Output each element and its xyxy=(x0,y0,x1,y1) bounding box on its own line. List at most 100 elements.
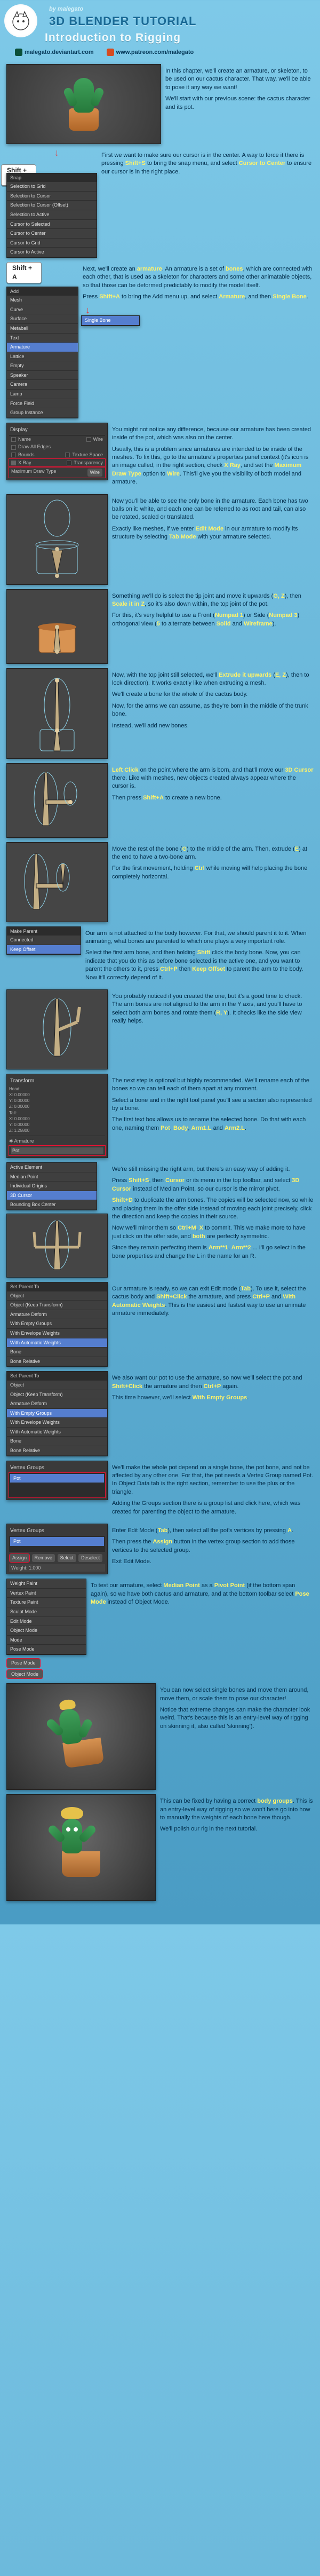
menu-item[interactable]: Group Instance xyxy=(7,408,78,418)
menu-item[interactable]: Text xyxy=(7,334,78,343)
transform-values: Head: X: 0.00000 Y: 0.00000 Z: 0.00000 T… xyxy=(9,1086,105,1134)
snap-menu[interactable]: Selection to GridSelection to CursorSele… xyxy=(7,182,97,257)
object-mode-option[interactable]: Object Mode xyxy=(7,1670,43,1679)
p23: Notice that extreme changes can make the… xyxy=(160,1706,314,1731)
menu-item[interactable]: With Automatic Weights xyxy=(7,1338,107,1348)
p3: First we want to make sure our cursor is… xyxy=(101,152,314,176)
assign-button[interactable]: Assign xyxy=(10,1554,29,1562)
mode-menu[interactable]: Weight PaintVertex PaintTexture PaintScu… xyxy=(6,1579,86,1655)
menu-item[interactable]: Cursor to Selected xyxy=(7,220,97,229)
menu-item[interactable]: Median Point xyxy=(7,1172,97,1182)
menu-item[interactable]: Edit Mode xyxy=(7,1617,86,1627)
p15a: The next step is optional but highly rec… xyxy=(112,1077,314,1093)
p17: Our armature is ready, so we can exit Ed… xyxy=(112,1285,314,1318)
menu-item[interactable]: Object Mode xyxy=(7,1626,86,1636)
vgroup-pot[interactable]: Pot xyxy=(10,1474,104,1484)
arm-bone-add xyxy=(17,766,97,835)
p10g: Instead, we'll add new bones. xyxy=(112,722,314,730)
front-bone-view xyxy=(20,497,94,582)
p13b: Select the first arm bone, and then hold… xyxy=(85,949,314,982)
display-title: Display xyxy=(9,425,105,435)
deviantart-link[interactable]: malegato.deviantart.com xyxy=(15,49,94,57)
cat-icon xyxy=(9,9,33,33)
menu-item[interactable]: Bone Relative xyxy=(7,1446,107,1456)
menu-item[interactable]: With Automatic Weights xyxy=(7,1428,107,1437)
p12d: For the first movement, holding Ctrl whi… xyxy=(112,865,314,881)
snap-menu-title: Snap xyxy=(7,173,97,183)
menu-item[interactable]: Surface xyxy=(7,314,78,324)
menu-item[interactable]: Curve xyxy=(7,305,78,315)
p16g: Shift+D to duplicate the arm bones. The … xyxy=(112,1196,314,1221)
menu-item[interactable]: Speaker xyxy=(7,371,78,381)
p16b: Press Shift+S, then Cursor or its menu i… xyxy=(112,1177,314,1193)
menu-item[interactable]: Armature xyxy=(7,343,78,352)
arm-two-bones xyxy=(12,847,102,917)
p18: We also want our pot to use the armature… xyxy=(112,1374,314,1391)
single-bone-item[interactable]: Single Bone xyxy=(82,316,139,326)
transform-title: Transform xyxy=(9,1076,105,1086)
menu-item[interactable]: Bounding Box Center xyxy=(7,1200,97,1210)
menu-item[interactable]: Object (Keep Transform) xyxy=(7,1301,107,1310)
menu-item[interactable]: With Envelope Weights xyxy=(7,1418,107,1428)
p15c: The first text box allows us to rename t… xyxy=(112,1116,314,1132)
parent-menu[interactable]: Make Parent Connected Keep Offset xyxy=(6,926,81,955)
menu-item[interactable]: Mesh xyxy=(7,296,78,305)
menu-item[interactable]: Lattice xyxy=(7,352,78,362)
display-options[interactable]: NameWire Draw All Edges BoundsTexture Sp… xyxy=(9,435,105,478)
menu-item[interactable]: Lamp xyxy=(7,390,78,399)
menu-item[interactable]: Camera xyxy=(7,380,78,390)
p11d: Then press Shift+A to create a new bone. xyxy=(112,794,314,802)
pivot-menu[interactable]: Active ElementMedian PointIndividual Ori… xyxy=(6,1162,97,1210)
menu-item[interactable]: Cursor to Grid xyxy=(7,239,97,248)
p4: Next, we'll create an armature. An armat… xyxy=(83,265,314,290)
shift-a-key: Shift + A xyxy=(6,262,42,283)
menu-item[interactable]: Individual Origins xyxy=(7,1182,97,1191)
weight-slider[interactable]: Weight: 1.000 xyxy=(9,1564,105,1572)
title-line-1: 3D BLENDER TUTORIAL xyxy=(7,13,313,30)
menu-item[interactable]: Texture Paint xyxy=(7,1598,86,1607)
menu-item[interactable]: Sculpt Mode xyxy=(7,1607,86,1617)
menu-item[interactable]: With Envelope Weights xyxy=(7,1329,107,1338)
menu-item[interactable]: Weight Paint xyxy=(7,1579,86,1589)
pose-mode-option[interactable]: Pose Mode xyxy=(7,1659,40,1668)
remove-button[interactable]: Remove xyxy=(32,1554,55,1562)
deselect-button[interactable]: Deselect xyxy=(78,1554,102,1562)
p10f: Now, for the arms we can assume, as they… xyxy=(112,702,314,719)
menu-item[interactable]: Bone xyxy=(7,1348,107,1357)
set-parent-menu[interactable]: Set Parent To ObjectObject (Keep Transfo… xyxy=(6,1282,108,1367)
set-parent-menu-2[interactable]: Set Parent To ObjectObject (Keep Transfo… xyxy=(6,1371,108,1456)
menu-item[interactable]: 3D Cursor xyxy=(7,1191,97,1201)
p24: This can be fixed by having a correct bo… xyxy=(160,1797,314,1822)
p21: To test our armature, select Median Poin… xyxy=(91,1582,314,1606)
menu-item[interactable]: Active Element xyxy=(7,1163,97,1172)
menu-item[interactable]: Selection to Grid xyxy=(7,182,97,192)
menu-item[interactable]: Metaball xyxy=(7,324,78,334)
add-menu[interactable]: MeshCurveSurfaceMetaballTextArmatureLatt… xyxy=(7,296,78,418)
menu-item[interactable]: Selection to Cursor xyxy=(7,192,97,201)
menu-item[interactable]: Selection to Active xyxy=(7,210,97,220)
menu-item[interactable]: Object (Keep Transform) xyxy=(7,1390,107,1400)
menu-item[interactable]: Object xyxy=(7,1381,107,1390)
menu-item[interactable]: Bone xyxy=(7,1437,107,1446)
rotate-side-view xyxy=(14,992,100,1067)
menu-item[interactable]: Force Field xyxy=(7,399,78,409)
menu-item[interactable]: Cursor to Active xyxy=(7,248,97,257)
menu-item[interactable]: Pose Mode xyxy=(7,1645,86,1654)
bone-name-input[interactable] xyxy=(10,1147,104,1154)
select-button[interactable]: Select xyxy=(58,1554,76,1562)
menu-item[interactable]: Armature Deform xyxy=(7,1310,107,1320)
menu-item[interactable]: Object xyxy=(7,1291,107,1301)
menu-item[interactable]: Selection to Cursor (Offset) xyxy=(7,201,97,210)
menu-item[interactable]: Vertex Paint xyxy=(7,1589,86,1598)
patreon-link[interactable]: www.patreon.com/malegato xyxy=(107,49,194,57)
menu-item[interactable]: Empty xyxy=(7,361,78,371)
p10a: Now, with the top joint still selected, … xyxy=(112,671,314,688)
menu-item[interactable]: Mode xyxy=(7,1636,86,1645)
intro-1: In this chapter, we'll create an armatur… xyxy=(165,67,314,92)
deviantart-icon xyxy=(15,49,22,56)
menu-item[interactable]: Armature Deform xyxy=(7,1399,107,1409)
menu-item[interactable]: Bone Relative xyxy=(7,1357,107,1367)
menu-item[interactable]: Cursor to Center xyxy=(7,229,97,239)
menu-item[interactable]: With Empty Groups xyxy=(7,1319,107,1329)
menu-item[interactable]: With Empty Groups xyxy=(7,1409,107,1418)
